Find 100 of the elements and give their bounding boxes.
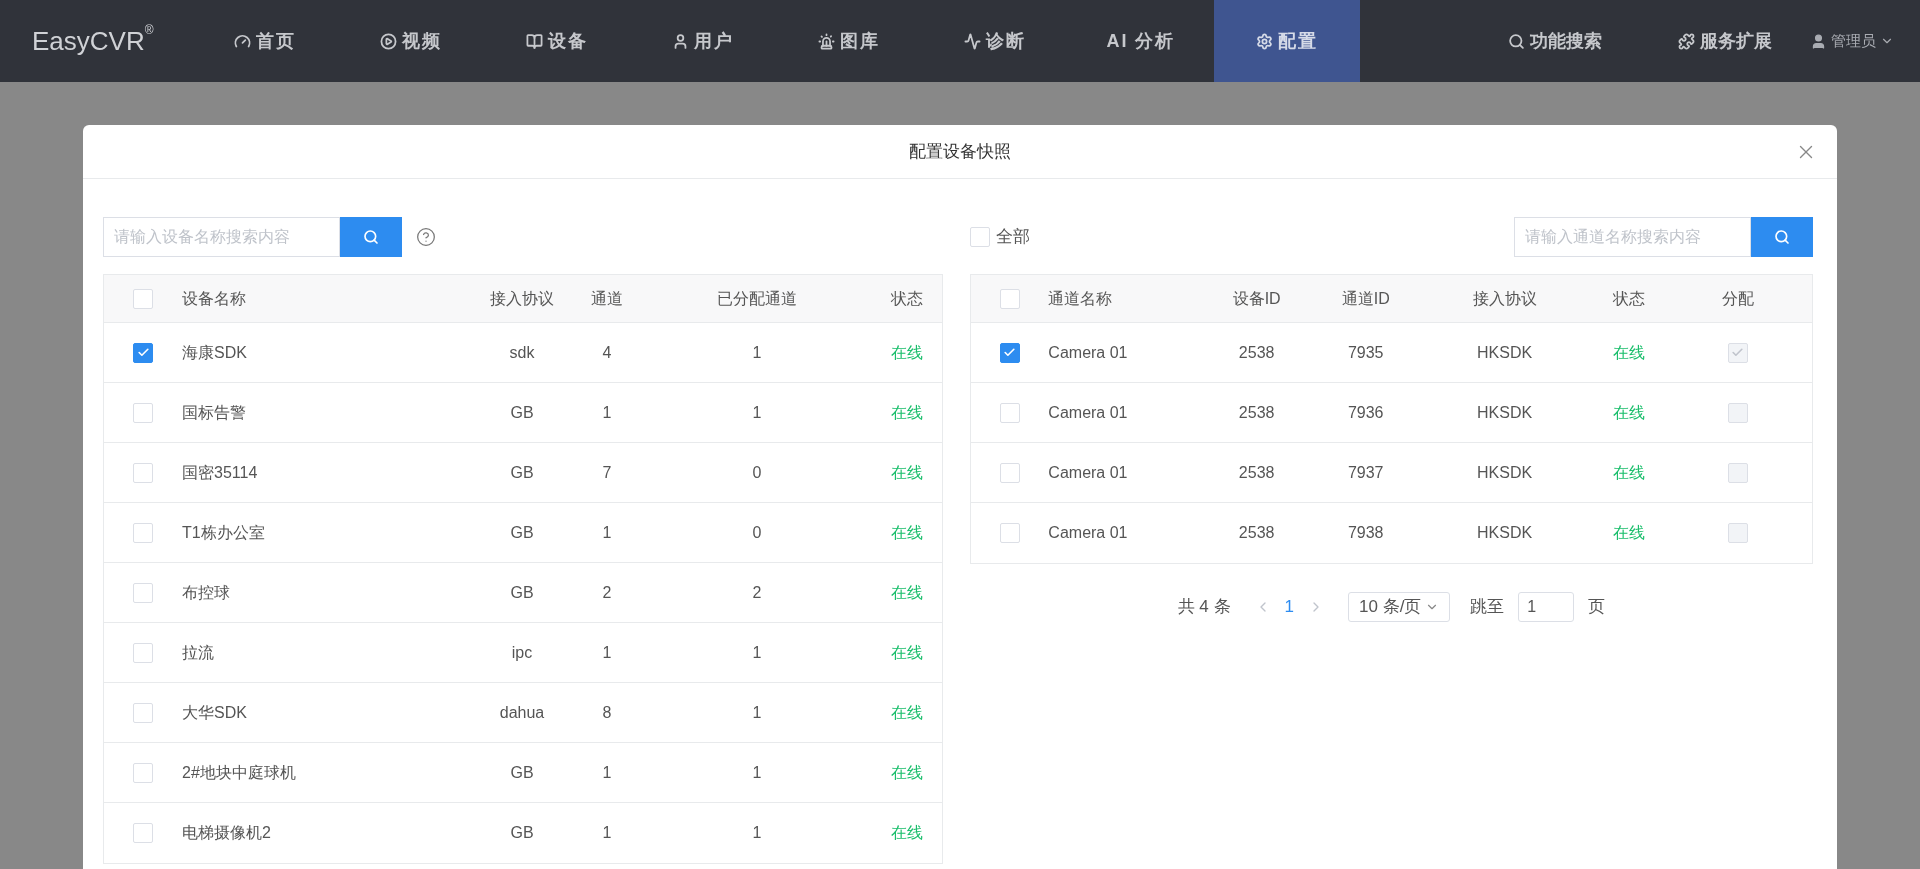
table-cell-text: 1 (601, 823, 613, 843)
table-cell-text: 2#地块中庭球机 (182, 762, 297, 783)
search-field[interactable]: 请输入设备名称搜索内容 (103, 217, 340, 257)
column-header: 已分配通道 (716, 288, 798, 309)
search-button[interactable] (340, 217, 402, 257)
page-suffix: 页 (1588, 596, 1606, 619)
checkbox[interactable] (999, 342, 1020, 363)
table-cell-text: Camera 01 (1048, 462, 1129, 483)
status-text: 在线 (890, 702, 924, 723)
table-cell-text: 2 (751, 582, 763, 603)
column-header: 通道名称 (1048, 288, 1114, 309)
table-cell-text: 2 (601, 582, 613, 603)
table-cell-text: 7938 (1346, 523, 1385, 543)
column-header: 设备ID (1231, 288, 1282, 309)
status-text: 在线 (890, 823, 924, 843)
checkbox-label: 全部 (996, 226, 1030, 249)
user-menu[interactable]: 管理员 (1810, 29, 1920, 53)
nav-tab[interactable]: 用户 (630, 0, 776, 82)
table-cell-text: ipc (510, 642, 534, 663)
nav-tab[interactable]: 图库 (776, 0, 922, 82)
nav-link[interactable]: 功能搜索 (1470, 27, 1640, 55)
status-text: 在线 (890, 582, 924, 603)
status-text: 在线 (1611, 462, 1646, 483)
table-cell-text: GB (509, 462, 535, 483)
help-icon[interactable] (416, 227, 436, 247)
table-cell-text: 7937 (1346, 462, 1385, 483)
table-cell-text: 2538 (1237, 523, 1276, 543)
table-cell-text: 7935 (1346, 342, 1385, 363)
table-cell-text: 2538 (1237, 462, 1276, 483)
table-cell-text: 国标告警 (182, 402, 247, 423)
user-icon (672, 32, 689, 50)
table-cell-text: sdk (508, 342, 536, 363)
table-cell-text: 1 (601, 642, 613, 663)
logo[interactable]: EasyCVR$^{®}$ (32, 21, 192, 61)
page-jump-field[interactable]: 1 (1518, 592, 1575, 622)
page-size-select[interactable]: 10 条/页 (1348, 592, 1451, 622)
table-cell-text: 电梯摄像机2 (182, 823, 272, 843)
status-text: 在线 (890, 402, 924, 423)
table-cell-text: 1 (751, 823, 763, 843)
search-icon (1508, 32, 1525, 50)
column-header: 分配 (1720, 288, 1755, 309)
user-icon (1810, 32, 1827, 50)
nav-tab[interactable]: 设备 (484, 0, 630, 82)
table-cell-text: 2538 (1237, 402, 1276, 423)
checkbox[interactable] (133, 342, 153, 363)
play-icon (380, 32, 397, 50)
total-count: 共 4 条 (1177, 596, 1231, 619)
status-text: 在线 (890, 642, 924, 663)
status-text: 在线 (890, 342, 924, 363)
puzzle-icon (1678, 32, 1695, 50)
status-text: 在线 (1611, 402, 1646, 423)
settings-icon (1256, 32, 1273, 50)
table-cell-text: 7 (601, 462, 613, 483)
nav-tab[interactable]: 首页 (192, 0, 338, 82)
search-icon (1774, 229, 1790, 245)
table-cell-text: Camera 01 (1048, 402, 1129, 423)
status-text: 在线 (1611, 523, 1646, 543)
column-header: 设备名称 (182, 288, 247, 309)
search-button[interactable] (1751, 217, 1813, 257)
table-cell-text: 8 (601, 702, 613, 723)
table-cell-text: 4 (601, 342, 613, 363)
gauge-icon (234, 32, 251, 50)
book-icon (526, 32, 543, 50)
search-field[interactable]: 请输入通道名称搜索内容 (1514, 217, 1751, 257)
table-cell-text: 0 (751, 522, 763, 543)
table-cell-text: 1 (751, 762, 763, 783)
table-cell-text: 1 (751, 702, 763, 723)
column-header: 接入协议 (1471, 288, 1538, 309)
status-text: 在线 (1611, 342, 1646, 363)
status-text: 在线 (890, 462, 924, 483)
table-cell-text: 布控球 (182, 582, 231, 603)
table-cell-text: 1 (751, 642, 763, 663)
table-cell-text: 拉流 (182, 642, 215, 663)
check-icon (1003, 346, 1017, 359)
nav-tab[interactable]: 视频 (338, 0, 484, 82)
table-cell-text: GB (509, 582, 535, 603)
table-cell-text: GB (509, 402, 535, 423)
column-header: 通道 (590, 288, 624, 309)
table-cell-text: 0 (751, 462, 763, 483)
table-cell-text: 1 (601, 522, 613, 543)
table-cell-text: HKSDK (1476, 342, 1534, 363)
column-header: 状态 (890, 288, 924, 309)
table-cell-text: 1 (601, 762, 613, 783)
check-icon (136, 346, 150, 359)
nav-link[interactable]: 服务扩展 (1640, 27, 1810, 55)
table-cell-text: 2538 (1237, 342, 1276, 363)
table-cell-text: 海康SDK (182, 342, 248, 363)
table-cell-text: Camera 01 (1048, 523, 1129, 543)
siren-icon (818, 32, 835, 50)
check-icon (1731, 346, 1745, 359)
table-cell-text: 1 (751, 342, 763, 363)
table-cell-text: 1 (751, 402, 763, 423)
status-text: 在线 (890, 522, 924, 543)
nav-tab[interactable]: 诊断 (922, 0, 1068, 82)
nav-tab[interactable]: AI 分析 (1068, 0, 1214, 82)
pulse-icon (964, 32, 981, 50)
dialog-title: 配置设备快照 (909, 140, 1011, 163)
table-cell-text: Camera 01 (1048, 342, 1129, 363)
nav-tab[interactable]: 配置 (1214, 0, 1360, 82)
table-cell-text: HKSDK (1476, 523, 1534, 543)
